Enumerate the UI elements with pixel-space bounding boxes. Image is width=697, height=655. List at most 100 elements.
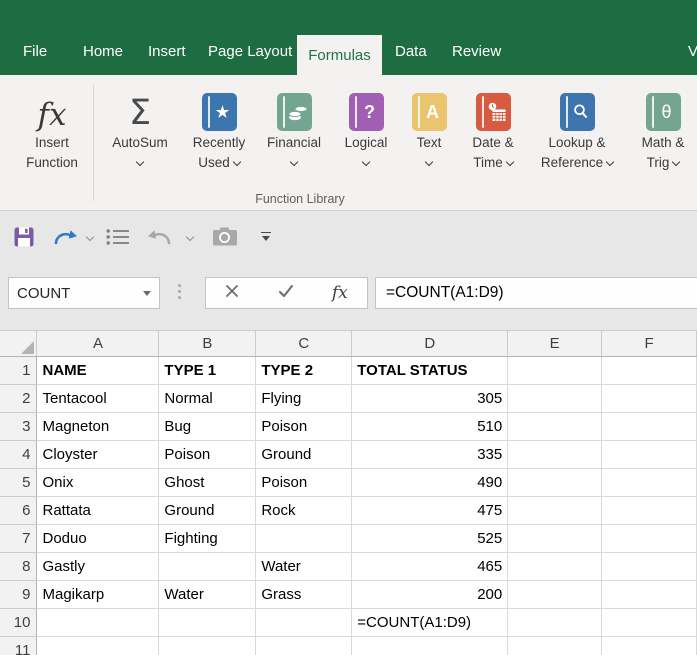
tab-home[interactable]: Home (83, 28, 123, 75)
insert-function-button[interactable]: fx Insert Function (18, 83, 86, 173)
row-header-11[interactable]: 11 (0, 636, 38, 655)
cell-B3[interactable]: Bug (158, 412, 257, 441)
cancel-button[interactable] (225, 284, 239, 303)
row-header-6[interactable]: 6 (0, 496, 38, 525)
cell-C7[interactable] (255, 524, 353, 553)
name-box[interactable]: COUNT (8, 277, 160, 309)
column-header-A[interactable]: A (36, 331, 160, 357)
cell-A4[interactable]: Cloyster (36, 440, 160, 469)
cell-D10[interactable]: =COUNT(A1:D9) (351, 608, 509, 637)
cell-D2[interactable]: 305 (351, 384, 509, 413)
cell-D11[interactable] (351, 636, 509, 655)
column-header-B[interactable]: B (158, 331, 257, 357)
tab-view[interactable]: View (688, 28, 697, 75)
select-all-corner[interactable] (0, 331, 38, 357)
cell-C5[interactable]: Poison (255, 468, 353, 497)
tab-file[interactable]: File (23, 28, 47, 75)
row-header-5[interactable]: 5 (0, 468, 38, 497)
cell-D8[interactable]: 465 (351, 552, 509, 581)
cell-E5[interactable] (507, 468, 603, 497)
cell-F8[interactable] (601, 552, 697, 581)
cell-F3[interactable] (601, 412, 697, 441)
cell-B6[interactable]: Ground (158, 496, 257, 525)
cell-F6[interactable] (601, 496, 697, 525)
cell-D1[interactable]: TOTAL STATUS (351, 356, 509, 385)
tab-page-layout[interactable]: Page Layout (208, 28, 292, 75)
cell-F2[interactable] (601, 384, 697, 413)
cell-E6[interactable] (507, 496, 603, 525)
undo-button[interactable] (144, 211, 174, 262)
cell-E3[interactable] (507, 412, 603, 441)
cell-F10[interactable] (601, 608, 697, 637)
row-header-7[interactable]: 7 (0, 524, 38, 553)
cell-C6[interactable]: Rock (255, 496, 353, 525)
cell-A3[interactable]: Magneton (36, 412, 160, 441)
tab-formulas[interactable]: Formulas (297, 35, 382, 75)
cell-B4[interactable]: Poison (158, 440, 257, 469)
autosum-button[interactable]: Σ AutoSum (101, 83, 179, 173)
cell-D5[interactable]: 490 (351, 468, 509, 497)
cell-B11[interactable] (158, 636, 257, 655)
cell-E7[interactable] (507, 524, 603, 553)
formula-input[interactable]: =COUNT(A1:D9) (375, 277, 697, 309)
cell-F4[interactable] (601, 440, 697, 469)
cell-C11[interactable] (255, 636, 353, 655)
cell-B10[interactable] (158, 608, 257, 637)
cell-B7[interactable]: Fighting (158, 524, 257, 553)
cell-C8[interactable]: Water (255, 552, 353, 581)
lookup-reference-button[interactable]: Lookup & Reference (532, 83, 622, 173)
bullet-list-button[interactable] (104, 211, 132, 262)
cell-E4[interactable] (507, 440, 603, 469)
cell-D6[interactable]: 475 (351, 496, 509, 525)
cell-C10[interactable] (255, 608, 353, 637)
customize-toolbar-button[interactable] (258, 211, 274, 262)
row-header-3[interactable]: 3 (0, 412, 38, 441)
cell-C4[interactable]: Ground (255, 440, 353, 469)
cell-C1[interactable]: TYPE 2 (255, 356, 353, 385)
camera-button[interactable] (210, 211, 240, 262)
cell-D9[interactable]: 200 (351, 580, 509, 609)
cell-E2[interactable] (507, 384, 603, 413)
cell-A9[interactable]: Magikarp (36, 580, 160, 609)
redo-menu-button[interactable] (84, 211, 96, 262)
cell-D7[interactable]: 525 (351, 524, 509, 553)
cell-D3[interactable]: 510 (351, 412, 509, 441)
tab-review[interactable]: Review (452, 28, 501, 75)
cell-C3[interactable]: Poison (255, 412, 353, 441)
row-header-4[interactable]: 4 (0, 440, 38, 469)
column-header-E[interactable]: E (507, 331, 603, 357)
cell-B9[interactable]: Water (158, 580, 257, 609)
tab-insert[interactable]: Insert (148, 28, 186, 75)
column-header-F[interactable]: F (601, 331, 697, 357)
enter-button[interactable] (278, 284, 294, 303)
recently-used-button[interactable]: ★ Recently Used (181, 83, 257, 173)
undo-menu-button[interactable] (184, 211, 196, 262)
row-header-9[interactable]: 9 (0, 580, 38, 609)
redo-button[interactable] (50, 211, 80, 262)
financial-button[interactable]: Financial (259, 83, 329, 173)
cell-C9[interactable]: Grass (255, 580, 353, 609)
logical-button[interactable]: ? Logical (338, 83, 394, 173)
cell-E1[interactable] (507, 356, 603, 385)
row-header-10[interactable]: 10 (0, 608, 38, 637)
cell-F7[interactable] (601, 524, 697, 553)
cell-A2[interactable]: Tentacool (36, 384, 160, 413)
cell-E9[interactable] (507, 580, 603, 609)
cell-A5[interactable]: Onix (36, 468, 160, 497)
cell-E8[interactable] (507, 552, 603, 581)
cell-B8[interactable] (158, 552, 257, 581)
cell-B5[interactable]: Ghost (158, 468, 257, 497)
save-button[interactable] (12, 211, 36, 262)
insert-function-fx-button[interactable]: fx (332, 284, 348, 302)
math-trig-button[interactable]: θ Math & Trig (628, 83, 697, 173)
cell-A8[interactable]: Gastly (36, 552, 160, 581)
cell-B2[interactable]: Normal (158, 384, 257, 413)
cell-A7[interactable]: Doduo (36, 524, 160, 553)
cell-A1[interactable]: NAME (36, 356, 160, 385)
name-box-dropdown-icon[interactable] (143, 290, 151, 296)
cell-E11[interactable] (507, 636, 603, 655)
row-header-2[interactable]: 2 (0, 384, 38, 413)
cell-D4[interactable]: 335 (351, 440, 509, 469)
cell-C2[interactable]: Flying (255, 384, 353, 413)
cell-E10[interactable] (507, 608, 603, 637)
